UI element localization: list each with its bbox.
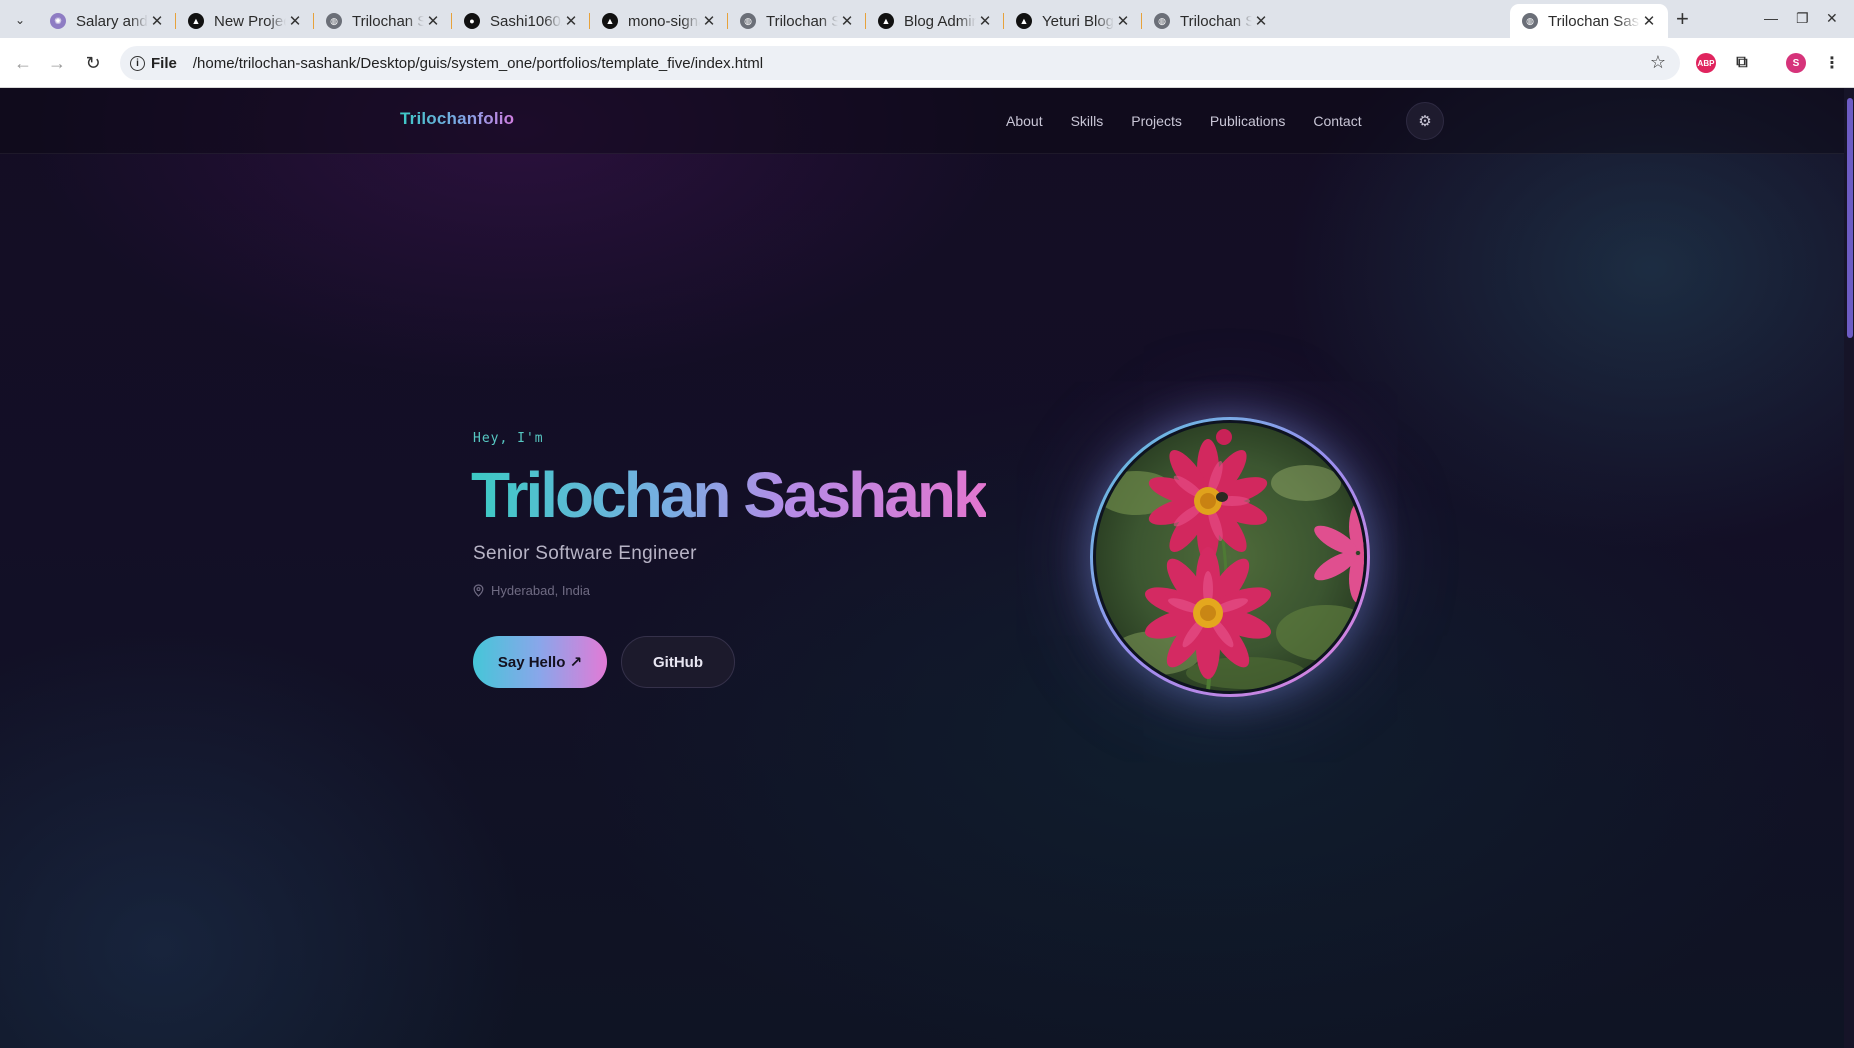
- browser-tab[interactable]: ▲ mono-signatu ✕: [590, 4, 728, 38]
- close-tab-icon[interactable]: ✕: [1114, 12, 1132, 30]
- browser-tab[interactable]: ● Sashi1060/mo ✕: [452, 4, 590, 38]
- browser-tab-active[interactable]: ◍ Trilochan Sash ✕: [1510, 4, 1668, 38]
- restore-icon[interactable]: ❐: [1796, 10, 1809, 27]
- nav-link-contact[interactable]: Contact: [1313, 113, 1361, 129]
- adblock-extension-icon[interactable]: ABP: [1696, 53, 1716, 73]
- back-icon[interactable]: ←: [10, 50, 36, 76]
- forward-icon[interactable]: →: [44, 50, 70, 76]
- globe-icon: ◍: [1154, 13, 1170, 29]
- browser-tab[interactable]: ◍ Trilochan Sash ✕: [728, 4, 866, 38]
- profile-photo: [1093, 420, 1367, 694]
- close-tab-icon[interactable]: ✕: [700, 12, 718, 30]
- browser-tab[interactable]: ◍ Trilochan Sash ✕: [314, 4, 452, 38]
- browser-tab[interactable]: ▲ New Project - ✕: [176, 4, 314, 38]
- hero-greeting: Hey, I'm: [473, 431, 544, 446]
- browser-tab[interactable]: ◍ Trilochan Sash ✕: [1142, 4, 1280, 38]
- bookmark-star-icon[interactable]: ☆: [1650, 52, 1666, 73]
- site-navbar: Trilochanfolio About Skills Projects Pub…: [0, 88, 1844, 154]
- close-tab-icon[interactable]: ✕: [976, 12, 994, 30]
- extensions-puzzle-icon[interactable]: ⧉: [1732, 53, 1752, 73]
- vercel-icon: ▲: [1016, 13, 1032, 29]
- browser-toolbar: ← → ↻ i File /home/trilochan-sashank/Des…: [0, 38, 1854, 88]
- close-tab-icon[interactable]: ✕: [1252, 12, 1270, 30]
- new-tab-button[interactable]: +: [1676, 8, 1689, 30]
- address-bar[interactable]: i File /home/trilochan-sashank/Desktop/g…: [120, 46, 1680, 80]
- url-text: /home/trilochan-sashank/Desktop/guis/sys…: [192, 54, 764, 72]
- close-tab-icon[interactable]: ✕: [286, 12, 304, 30]
- globe-icon: ◍: [740, 13, 756, 29]
- location-text: Hyderabad, India: [491, 583, 591, 598]
- hero-location: Hyderabad, India: [473, 583, 590, 598]
- hero-role: Senior Software Engineer: [473, 543, 697, 564]
- vercel-icon: ▲: [878, 13, 894, 29]
- info-icon: i: [130, 55, 145, 71]
- browser-tab[interactable]: ✺ Salary and Ta ✕: [38, 4, 176, 38]
- close-tab-icon[interactable]: ✕: [1640, 12, 1658, 30]
- site-info-chip[interactable]: i File: [130, 55, 177, 72]
- location-pin-icon: [473, 584, 484, 597]
- close-tab-icon[interactable]: ✕: [148, 12, 166, 30]
- close-tab-icon[interactable]: ✕: [424, 12, 442, 30]
- page-scrollbar[interactable]: [1844, 88, 1854, 1048]
- close-tab-icon[interactable]: ✕: [838, 12, 856, 30]
- vercel-icon: ▲: [188, 13, 204, 29]
- dahlia-flowers-image: [1096, 423, 1364, 691]
- vercel-icon: ▲: [602, 13, 618, 29]
- brand-logo[interactable]: Trilochanfolio: [400, 109, 514, 129]
- close-tab-icon[interactable]: ✕: [562, 12, 580, 30]
- minimize-icon[interactable]: —: [1764, 10, 1778, 26]
- nav-link-publications[interactable]: Publications: [1210, 113, 1286, 129]
- browser-tab[interactable]: ▲ Blog Admin ✕: [866, 4, 1004, 38]
- nav-link-skills[interactable]: Skills: [1071, 113, 1104, 129]
- browser-menu-icon[interactable]: ⋮: [1822, 53, 1842, 73]
- github-icon: ●: [464, 13, 480, 29]
- nav-link-projects[interactable]: Projects: [1131, 113, 1182, 129]
- github-button[interactable]: GitHub: [621, 636, 735, 688]
- scrollbar-thumb[interactable]: [1847, 98, 1853, 338]
- tab-search-button[interactable]: ⌄: [8, 8, 32, 32]
- profile-avatar[interactable]: S: [1786, 53, 1806, 73]
- theme-toggle-button[interactable]: ⚙: [1406, 102, 1444, 140]
- profile-photo-frame: [1090, 417, 1370, 697]
- say-hello-button[interactable]: Say Hello ↗: [473, 636, 607, 688]
- globe-icon: ◍: [1522, 13, 1538, 29]
- hero-name: Trilochan Sashank: [471, 455, 989, 535]
- reload-icon[interactable]: ↻: [80, 50, 106, 76]
- portfolio-page: Trilochanfolio About Skills Projects Pub…: [0, 88, 1854, 1048]
- close-window-icon[interactable]: ✕: [1826, 10, 1838, 27]
- browser-tab[interactable]: ▲ Yeturi Blog ✕: [1004, 4, 1142, 38]
- nav-links: About Skills Projects Publications Conta…: [1006, 113, 1362, 129]
- gear-icon: ⚙: [1418, 113, 1432, 130]
- browser-tab-strip: ⌄ ✺ Salary and Ta ✕ ▲ New Project - ✕ ◍ …: [0, 0, 1854, 38]
- globe-icon: ◍: [326, 13, 342, 29]
- nav-link-about[interactable]: About: [1006, 113, 1043, 129]
- openai-icon: ✺: [50, 13, 66, 29]
